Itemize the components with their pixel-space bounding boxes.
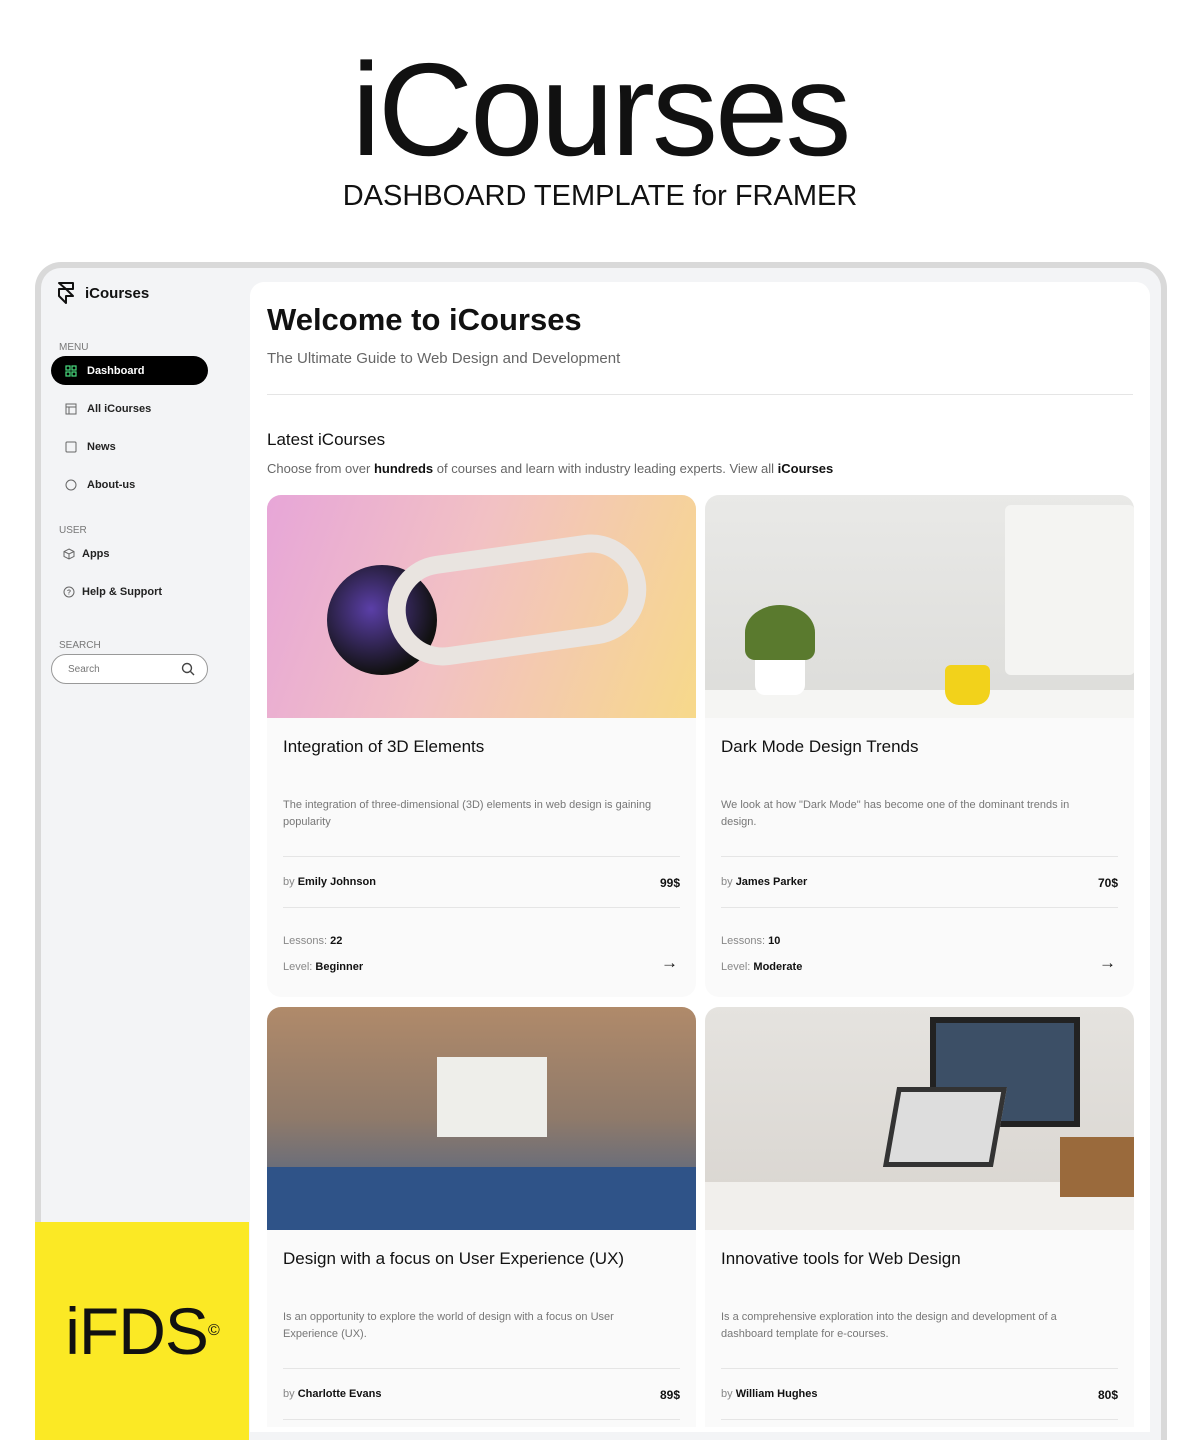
- sidebar-item-about-us[interactable]: About-us: [51, 470, 208, 499]
- course-image-desk-setup: [705, 495, 1134, 718]
- framer-logo-icon: [58, 282, 74, 304]
- course-title: Dark Mode Design Trends: [721, 737, 919, 756]
- hero-title: iCourses: [351, 36, 852, 183]
- lessons-label: Lessons:: [283, 935, 328, 947]
- course-card[interactable]: Integration of 3D Elements The integrati…: [267, 495, 696, 997]
- course-description: Is an opportunity to explore the world o…: [283, 1311, 614, 1340]
- course-description: Is a comprehensive exploration into the …: [721, 1311, 1057, 1340]
- sidebar-item-dashboard[interactable]: Dashboard: [51, 356, 208, 385]
- sidebar-item-label: Dashboard: [87, 364, 145, 377]
- search-icon[interactable]: [181, 662, 195, 676]
- search-label: SEARCH: [59, 640, 101, 651]
- course-card[interactable]: Dark Mode Design Trends We look at how "…: [705, 495, 1134, 997]
- divider: [267, 394, 1133, 395]
- author-name: Emily Johnson: [297, 876, 376, 888]
- copyright-mark: ©: [207, 1322, 220, 1339]
- page-subtitle: The Ultimate Guide to Web Design and Dev…: [267, 350, 621, 367]
- arrow-right-icon[interactable]: →: [661, 953, 678, 973]
- course-title: Innovative tools for Web Design: [721, 1249, 961, 1268]
- sidebar-item-label: About-us: [87, 478, 136, 491]
- divider: [721, 1419, 1118, 1420]
- course-price: 70$: [1097, 876, 1118, 890]
- author-name: James Parker: [735, 876, 808, 888]
- hero-subtitle: DASHBOARD TEMPLATE for FRAMER: [342, 180, 858, 212]
- text-bold: hundreds: [373, 461, 434, 476]
- sidebar-item-label: News: [87, 440, 116, 453]
- search-input[interactable]: Search: [51, 654, 208, 684]
- divider: [283, 1368, 680, 1369]
- sidebar-item-label: All iCourses: [87, 402, 152, 415]
- course-card[interactable]: Innovative tools for Web Design Is a com…: [705, 1007, 1134, 1427]
- view-all-link[interactable]: iCourses: [778, 461, 834, 476]
- author-name: Charlotte Evans: [297, 1388, 382, 1400]
- course-lessons: Lessons: 10: [721, 935, 780, 947]
- course-price: 80$: [1097, 1388, 1118, 1402]
- course-image-vr-headset: [267, 495, 696, 718]
- sidebar-item-label: Help & Support: [82, 585, 163, 598]
- course-author: by Charlotte Evans: [283, 1388, 381, 1400]
- text: Choose from over: [267, 461, 374, 476]
- course-description: We look at how "Dark Mode" has become on…: [721, 799, 1070, 828]
- lessons-label: Lessons:: [721, 935, 766, 947]
- ifds-logo-text: iFDS: [65, 1294, 209, 1368]
- course-author: by James Parker: [721, 876, 807, 888]
- layout-icon: [65, 403, 77, 414]
- level-value: Beginner: [315, 961, 364, 973]
- section-subtitle: Choose from over hundreds of courses and…: [267, 461, 833, 476]
- course-level: Level: Moderate: [721, 961, 802, 973]
- grid-icon: [65, 364, 77, 377]
- divider: [721, 907, 1118, 908]
- main-content: Welcome to iCourses The Ultimate Guide t…: [250, 282, 1150, 1432]
- brand[interactable]: iCourses: [57, 282, 149, 304]
- by-label: by: [721, 1388, 733, 1400]
- course-price: 89$: [659, 1388, 680, 1402]
- course-image-team-meeting: [267, 1007, 696, 1230]
- course-level: Level: Beginner: [283, 961, 363, 973]
- course-author: by William Hughes: [721, 1388, 818, 1400]
- help-icon: ?: [63, 586, 75, 597]
- search-placeholder: Search: [68, 663, 100, 675]
- user-label: USER: [59, 525, 87, 536]
- course-title: Design with a focus on User Experience (…: [283, 1249, 625, 1268]
- cube-icon: [63, 547, 75, 560]
- course-image-laptop-desk: [705, 1007, 1134, 1230]
- divider: [721, 856, 1118, 857]
- author-name: William Hughes: [735, 1388, 818, 1400]
- ifds-badge: iFDS ©: [35, 1222, 249, 1440]
- course-title: Integration of 3D Elements: [283, 737, 485, 756]
- by-label: by: [721, 876, 733, 888]
- divider: [721, 1368, 1118, 1369]
- brand-name: iCourses: [85, 284, 150, 302]
- course-lessons: Lessons: 22: [283, 935, 342, 947]
- arrow-right-icon[interactable]: →: [1099, 953, 1116, 973]
- course-description: The integration of three-dimensional (3D…: [283, 799, 652, 828]
- circle-icon: [65, 479, 77, 490]
- sidebar-item-help-support[interactable]: ? Help & Support: [51, 577, 208, 606]
- by-label: by: [283, 876, 295, 888]
- level-value: Moderate: [753, 961, 803, 973]
- course-card[interactable]: Design with a focus on User Experience (…: [267, 1007, 696, 1427]
- sidebar-item-all-icourses[interactable]: All iCourses: [51, 394, 208, 423]
- lessons-value: 10: [768, 935, 781, 947]
- sidebar-item-apps[interactable]: Apps: [51, 539, 208, 568]
- section-title: Latest iCourses: [267, 430, 386, 449]
- square-icon: [65, 441, 77, 452]
- course-price: 99$: [659, 876, 680, 890]
- course-author: by Emily Johnson: [283, 876, 376, 888]
- divider: [283, 1419, 680, 1420]
- sidebar-item-news[interactable]: News: [51, 432, 208, 461]
- lessons-value: 22: [330, 935, 343, 947]
- page-title: Welcome to iCourses: [267, 302, 582, 337]
- text: of courses and learn with industry leadi…: [433, 461, 778, 476]
- sidebar-item-label: Apps: [82, 547, 110, 560]
- divider: [283, 856, 680, 857]
- divider: [283, 907, 680, 908]
- by-label: by: [283, 1388, 295, 1400]
- svg-text:?: ?: [67, 589, 71, 596]
- level-label: Level:: [283, 961, 313, 973]
- menu-label: MENU: [59, 342, 89, 353]
- level-label: Level:: [721, 961, 751, 973]
